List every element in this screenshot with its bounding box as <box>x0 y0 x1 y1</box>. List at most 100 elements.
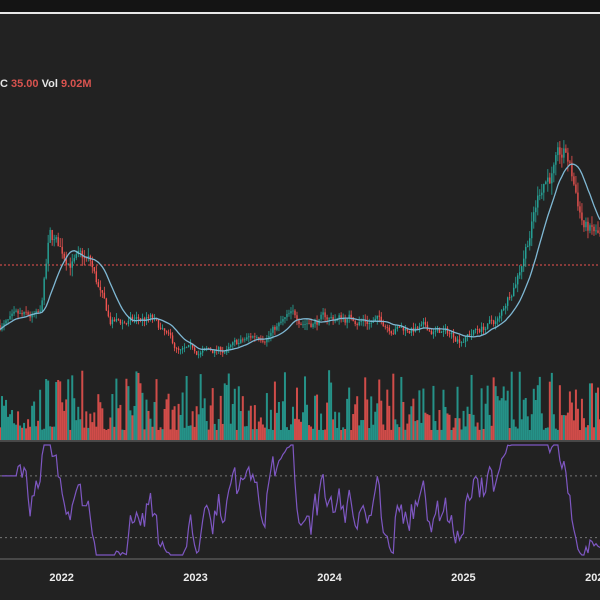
volume-bar <box>392 373 395 440</box>
volume-bar <box>502 386 505 440</box>
volume-bar <box>123 429 126 440</box>
volume-bar <box>49 426 52 440</box>
chart-svg[interactable]: 2022 2023 2024 2025 2026 <box>0 0 600 600</box>
candle-body <box>418 326 421 329</box>
volume-bar <box>189 425 192 440</box>
volume-bar <box>492 377 495 440</box>
volume-bar <box>169 429 172 440</box>
volume-bar <box>109 417 112 440</box>
candle-body <box>508 297 511 299</box>
candle-body <box>358 321 360 326</box>
volume-bar <box>442 389 445 440</box>
volume-bar <box>275 412 278 440</box>
volume-bar <box>147 410 150 440</box>
candle-body <box>587 221 589 231</box>
candle-body <box>308 323 310 325</box>
x-tick-label: 2025 <box>451 572 475 584</box>
volume-bar <box>177 403 180 440</box>
candle-body <box>370 322 372 324</box>
candle-body <box>565 148 567 153</box>
candle-body <box>201 350 204 353</box>
volume-bar <box>596 387 599 440</box>
candle-body <box>39 310 41 313</box>
candle-body <box>262 340 264 342</box>
candle-body <box>99 286 102 291</box>
volume-bar <box>227 373 230 440</box>
candle-body <box>53 239 55 241</box>
volume-bar <box>310 426 313 440</box>
volume-bar <box>75 420 78 440</box>
candle-body <box>422 321 425 325</box>
volume-bar <box>77 406 80 440</box>
volume-bar <box>538 376 541 440</box>
volume-bar <box>191 411 194 440</box>
volume-bar <box>336 427 339 440</box>
volume-bar <box>89 413 92 440</box>
volume-bar <box>11 409 14 440</box>
volume-bar <box>476 422 479 440</box>
volume-bar <box>356 396 359 440</box>
volume-bar <box>73 398 76 440</box>
candle-body <box>416 327 419 329</box>
candle-body <box>165 330 168 333</box>
volume-bar <box>69 429 72 440</box>
candle-body <box>396 326 399 329</box>
volume-bar <box>416 420 419 440</box>
volume-bar <box>418 390 421 440</box>
volume-bar <box>422 388 425 440</box>
volume-bar <box>386 389 389 440</box>
volume-bar <box>348 387 351 440</box>
candle-body <box>504 305 507 309</box>
candle-body <box>280 321 282 323</box>
candle-body <box>541 192 543 196</box>
candle-body <box>59 246 61 248</box>
volume-bar <box>91 422 94 440</box>
candle-body <box>185 347 188 348</box>
candle-body <box>468 334 471 336</box>
candle-body <box>69 263 71 268</box>
volume-bar <box>406 423 409 440</box>
candle-body <box>21 313 23 315</box>
volume-bar <box>235 429 238 440</box>
candle-body <box>482 326 485 330</box>
volume-bar <box>199 374 202 440</box>
volume-bar <box>209 405 212 440</box>
candle-body <box>428 330 431 332</box>
volume-bar <box>293 418 296 440</box>
volume-bar <box>57 379 60 440</box>
volume-bar <box>0 427 1 440</box>
chart-container[interactable]: C 35.00 Vol 9.02M 20222023202420252026 <box>0 0 600 600</box>
candle-body <box>232 342 234 346</box>
volume-bar <box>532 388 535 440</box>
volume-bar <box>582 418 585 440</box>
volume-bar <box>81 370 84 440</box>
volume-bar <box>257 421 260 440</box>
volume-bar <box>201 408 204 440</box>
candle-body <box>230 345 232 347</box>
candle-body <box>177 348 180 351</box>
candle-body <box>181 348 184 350</box>
volume-bar <box>213 423 216 440</box>
volume-bar <box>546 427 549 440</box>
candle-body <box>569 161 571 163</box>
candle-body <box>368 322 370 325</box>
candle-body <box>496 318 499 322</box>
candle-body <box>175 348 178 349</box>
volume-bar <box>287 429 290 440</box>
candle-body <box>346 318 348 323</box>
volume-bar <box>564 415 567 440</box>
rsi-pane <box>0 444 600 557</box>
volume-bar <box>121 429 124 440</box>
volume-bar <box>265 393 268 440</box>
volume-bar <box>97 394 100 440</box>
candle-body <box>470 334 473 336</box>
candle-body <box>464 336 467 342</box>
candle-body <box>286 314 288 318</box>
candle-body <box>521 266 523 273</box>
volume-bar <box>237 386 240 440</box>
volume-bar <box>302 412 305 440</box>
volume-bar <box>221 423 224 440</box>
candle-body <box>179 349 182 351</box>
volume-bar <box>283 372 286 440</box>
volume-bar <box>175 429 178 440</box>
